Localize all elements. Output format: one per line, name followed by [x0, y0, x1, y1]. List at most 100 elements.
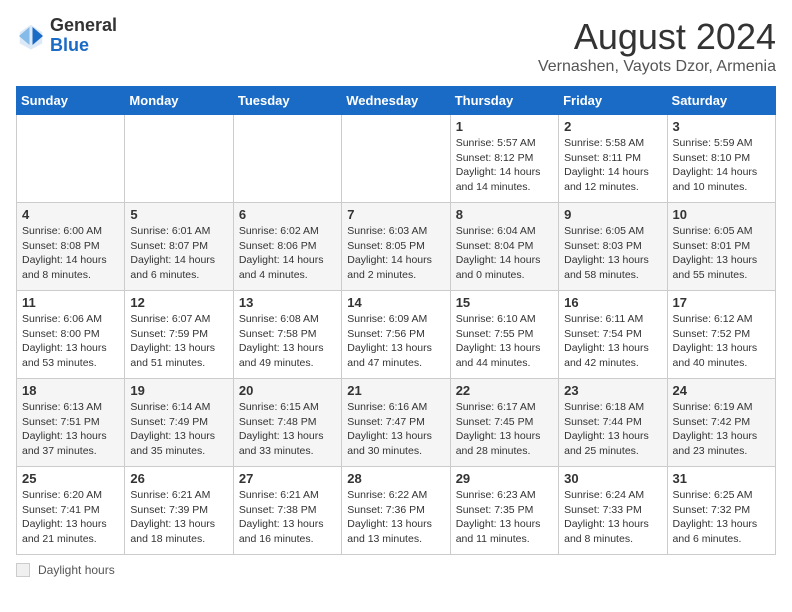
- day-number: 9: [564, 207, 661, 222]
- calendar-cell: 26Sunrise: 6:21 AM Sunset: 7:39 PM Dayli…: [125, 467, 233, 555]
- legend: Daylight hours: [16, 563, 776, 577]
- calendar-cell: 27 Sunrise: 6:21 AM Sunset: 7:38 PM Dayli…: [233, 467, 341, 555]
- day-info: Sunrise: 6:14 AM Sunset: 7:49 PM Dayligh…: [130, 400, 227, 459]
- calendar-cell: 2 Sunrise: 5:58 AM Sunset: 8:11 PM Daylig…: [559, 115, 667, 203]
- day-info: Sunrise: 5:59 AM Sunset: 8:10 PM Dayligh…: [673, 136, 770, 195]
- title-section: August 2024 Vernashen, Vayots Dzor, Arme…: [538, 16, 776, 76]
- calendar-cell: 11Sunrise: 6:06 AM Sunset: 8:00 PM Dayli…: [17, 291, 125, 379]
- day-number: 3: [673, 119, 770, 134]
- day-number: 14: [347, 295, 444, 310]
- day-number: 16: [564, 295, 661, 310]
- day-info: Sunrise: 6:11 AM Sunset: 7:54 PM Dayligh…: [564, 312, 661, 371]
- day-info: Sunrise: 6:08 AM Sunset: 7:58 PM Dayligh…: [239, 312, 336, 371]
- day-info: Sunrise: 6:21 AM Sunset: 7:38 PM Dayligh…: [239, 488, 336, 547]
- day-info: Sunrise: 6:03 AM Sunset: 8:05 PM Dayligh…: [347, 224, 444, 283]
- calendar-cell: 22Sunrise: 6:17 AM Sunset: 7:45 PM Dayli…: [450, 379, 558, 467]
- location-subtitle: Vernashen, Vayots Dzor, Armenia: [538, 58, 776, 76]
- week-row-1: 1 Sunrise: 5:57 AM Sunset: 8:12 PM Daylig…: [17, 115, 776, 203]
- day-info: Sunrise: 6:02 AM Sunset: 8:06 PM Dayligh…: [239, 224, 336, 283]
- header-day-monday: Monday: [125, 87, 233, 115]
- day-number: 13: [239, 295, 336, 310]
- legend-box: [16, 563, 30, 577]
- day-number: 21: [347, 383, 444, 398]
- day-info: Sunrise: 6:07 AM Sunset: 7:59 PM Dayligh…: [130, 312, 227, 371]
- day-info: Sunrise: 5:57 AM Sunset: 8:12 PM Dayligh…: [456, 136, 553, 195]
- calendar-cell: 24 Sunrise: 6:19 AM Sunset: 7:42 PM Dayli…: [667, 379, 775, 467]
- day-number: 7: [347, 207, 444, 222]
- day-info: Sunrise: 6:19 AM Sunset: 7:42 PM Dayligh…: [673, 400, 770, 459]
- day-number: 31: [673, 471, 770, 486]
- calendar-cell: 28 Sunrise: 6:22 AM Sunset: 7:36 PM Dayli…: [342, 467, 450, 555]
- header-day-friday: Friday: [559, 87, 667, 115]
- calendar-cell: 21 Sunrise: 6:16 AM Sunset: 7:47 PM Dayli…: [342, 379, 450, 467]
- day-info: Sunrise: 6:00 AM Sunset: 8:08 PM Dayligh…: [22, 224, 119, 283]
- logo-blue: Blue: [50, 35, 89, 55]
- day-number: 11: [22, 295, 119, 310]
- logo-icon: [16, 21, 46, 51]
- header-day-saturday: Saturday: [667, 87, 775, 115]
- day-number: 1: [456, 119, 553, 134]
- calendar-cell: 4Sunrise: 6:00 AM Sunset: 8:08 PM Daylig…: [17, 203, 125, 291]
- calendar-cell: 6 Sunrise: 6:02 AM Sunset: 8:06 PM Daylig…: [233, 203, 341, 291]
- calendar-cell: 5Sunrise: 6:01 AM Sunset: 8:07 PM Daylig…: [125, 203, 233, 291]
- day-info: Sunrise: 6:13 AM Sunset: 7:51 PM Dayligh…: [22, 400, 119, 459]
- day-info: Sunrise: 6:04 AM Sunset: 8:04 PM Dayligh…: [456, 224, 553, 283]
- day-number: 30: [564, 471, 661, 486]
- calendar-cell: 31 Sunrise: 6:25 AM Sunset: 7:32 PM Dayli…: [667, 467, 775, 555]
- day-number: 19: [130, 383, 227, 398]
- calendar-cell: 13 Sunrise: 6:08 AM Sunset: 7:58 PM Dayli…: [233, 291, 341, 379]
- header-row: SundayMondayTuesdayWednesdayThursdayFrid…: [17, 87, 776, 115]
- day-number: 23: [564, 383, 661, 398]
- calendar-cell: [342, 115, 450, 203]
- week-row-5: 25Sunrise: 6:20 AM Sunset: 7:41 PM Dayli…: [17, 467, 776, 555]
- week-row-2: 4Sunrise: 6:00 AM Sunset: 8:08 PM Daylig…: [17, 203, 776, 291]
- calendar-cell: 23 Sunrise: 6:18 AM Sunset: 7:44 PM Dayli…: [559, 379, 667, 467]
- legend-label: Daylight hours: [38, 563, 115, 577]
- day-number: 18: [22, 383, 119, 398]
- day-number: 29: [456, 471, 553, 486]
- day-number: 10: [673, 207, 770, 222]
- week-row-4: 18 Sunrise: 6:13 AM Sunset: 7:51 PM Dayli…: [17, 379, 776, 467]
- day-info: Sunrise: 6:16 AM Sunset: 7:47 PM Dayligh…: [347, 400, 444, 459]
- calendar-cell: [233, 115, 341, 203]
- logo-general: General: [50, 15, 117, 35]
- day-number: 12: [130, 295, 227, 310]
- day-number: 24: [673, 383, 770, 398]
- calendar-cell: 20 Sunrise: 6:15 AM Sunset: 7:48 PM Dayli…: [233, 379, 341, 467]
- calendar-cell: 9Sunrise: 6:05 AM Sunset: 8:03 PM Daylig…: [559, 203, 667, 291]
- day-info: Sunrise: 6:09 AM Sunset: 7:56 PM Dayligh…: [347, 312, 444, 371]
- calendar-body: 1 Sunrise: 5:57 AM Sunset: 8:12 PM Daylig…: [17, 115, 776, 555]
- calendar-cell: 7 Sunrise: 6:03 AM Sunset: 8:05 PM Daylig…: [342, 203, 450, 291]
- calendar-cell: 1 Sunrise: 5:57 AM Sunset: 8:12 PM Daylig…: [450, 115, 558, 203]
- calendar-cell: 29 Sunrise: 6:23 AM Sunset: 7:35 PM Dayli…: [450, 467, 558, 555]
- month-title: August 2024: [538, 16, 776, 58]
- calendar-cell: 3 Sunrise: 5:59 AM Sunset: 8:10 PM Daylig…: [667, 115, 775, 203]
- day-info: Sunrise: 5:58 AM Sunset: 8:11 PM Dayligh…: [564, 136, 661, 195]
- day-number: 20: [239, 383, 336, 398]
- calendar-cell: [17, 115, 125, 203]
- day-number: 17: [673, 295, 770, 310]
- day-info: Sunrise: 6:01 AM Sunset: 8:07 PM Dayligh…: [130, 224, 227, 283]
- logo: General Blue: [16, 16, 117, 56]
- day-info: Sunrise: 6:22 AM Sunset: 7:36 PM Dayligh…: [347, 488, 444, 547]
- day-number: 6: [239, 207, 336, 222]
- page-header: General Blue August 2024 Vernashen, Vayo…: [16, 16, 776, 76]
- day-info: Sunrise: 6:25 AM Sunset: 7:32 PM Dayligh…: [673, 488, 770, 547]
- day-number: 25: [22, 471, 119, 486]
- calendar-cell: 30Sunrise: 6:24 AM Sunset: 7:33 PM Dayli…: [559, 467, 667, 555]
- calendar-cell: 12 Sunrise: 6:07 AM Sunset: 7:59 PM Dayli…: [125, 291, 233, 379]
- day-number: 8: [456, 207, 553, 222]
- header-day-wednesday: Wednesday: [342, 87, 450, 115]
- day-number: 27: [239, 471, 336, 486]
- calendar-cell: 15Sunrise: 6:10 AM Sunset: 7:55 PM Dayli…: [450, 291, 558, 379]
- calendar-cell: 14 Sunrise: 6:09 AM Sunset: 7:56 PM Dayli…: [342, 291, 450, 379]
- header-day-tuesday: Tuesday: [233, 87, 341, 115]
- day-number: 2: [564, 119, 661, 134]
- calendar-cell: 25Sunrise: 6:20 AM Sunset: 7:41 PM Dayli…: [17, 467, 125, 555]
- calendar-cell: [125, 115, 233, 203]
- day-info: Sunrise: 6:18 AM Sunset: 7:44 PM Dayligh…: [564, 400, 661, 459]
- day-info: Sunrise: 6:23 AM Sunset: 7:35 PM Dayligh…: [456, 488, 553, 547]
- day-info: Sunrise: 6:15 AM Sunset: 7:48 PM Dayligh…: [239, 400, 336, 459]
- day-number: 15: [456, 295, 553, 310]
- day-number: 28: [347, 471, 444, 486]
